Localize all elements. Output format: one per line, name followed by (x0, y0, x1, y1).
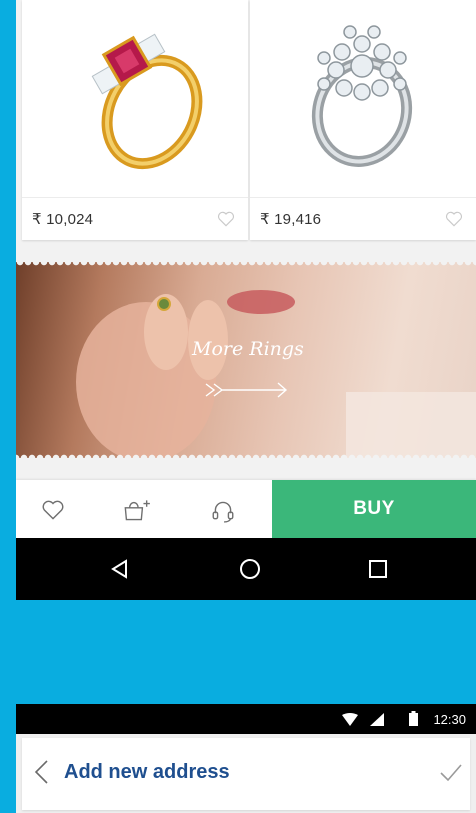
buy-button[interactable]: BUY (272, 480, 476, 538)
page-title: Add new address (64, 761, 230, 783)
banner-photo (76, 290, 476, 458)
arrow-right-icon (205, 382, 288, 398)
chevron-left-icon[interactable] (32, 758, 52, 786)
back-triangle-icon[interactable] (108, 557, 132, 581)
home-circle-icon[interactable] (238, 557, 262, 581)
status-time: 12:30 (433, 712, 466, 727)
headset-icon[interactable] (210, 497, 236, 523)
heart-outline-icon[interactable] (40, 497, 66, 523)
price-row: ₹ 19,416 (250, 197, 476, 240)
wifi-icon (342, 713, 358, 726)
android-nav-bar (16, 538, 476, 600)
product-price: ₹ 19,416 (260, 211, 322, 228)
banner-edge (16, 262, 476, 268)
product-listing-screen: ₹ 10,024 ₹ 19,416 More Rings BUY (16, 0, 476, 600)
battery-icon (409, 711, 418, 726)
recents-square-icon[interactable] (366, 557, 390, 581)
product-card[interactable]: ₹ 19,416 (250, 0, 476, 240)
signal-icon (370, 713, 384, 726)
more-rings-banner[interactable]: More Rings (16, 262, 476, 458)
banner-edge (16, 452, 476, 458)
app-bar: Add new address (22, 738, 470, 810)
heart-outline-icon[interactable] (444, 209, 464, 229)
diamond-cluster-ring-image (311, 25, 413, 167)
heart-outline-icon[interactable] (216, 209, 236, 229)
banner-title: More Rings (192, 338, 304, 360)
product-price: ₹ 10,024 (32, 211, 94, 228)
product-card[interactable]: ₹ 10,024 (22, 0, 248, 240)
status-bar: 12:30 (16, 704, 476, 734)
price-row: ₹ 10,024 (22, 197, 248, 240)
check-icon[interactable] (438, 760, 464, 784)
add-address-screen: 12:30 Add new address (16, 704, 476, 813)
ruby-ring-image (91, 33, 203, 170)
product-action-bar: BUY (16, 480, 476, 538)
bag-plus-icon[interactable] (120, 497, 152, 523)
